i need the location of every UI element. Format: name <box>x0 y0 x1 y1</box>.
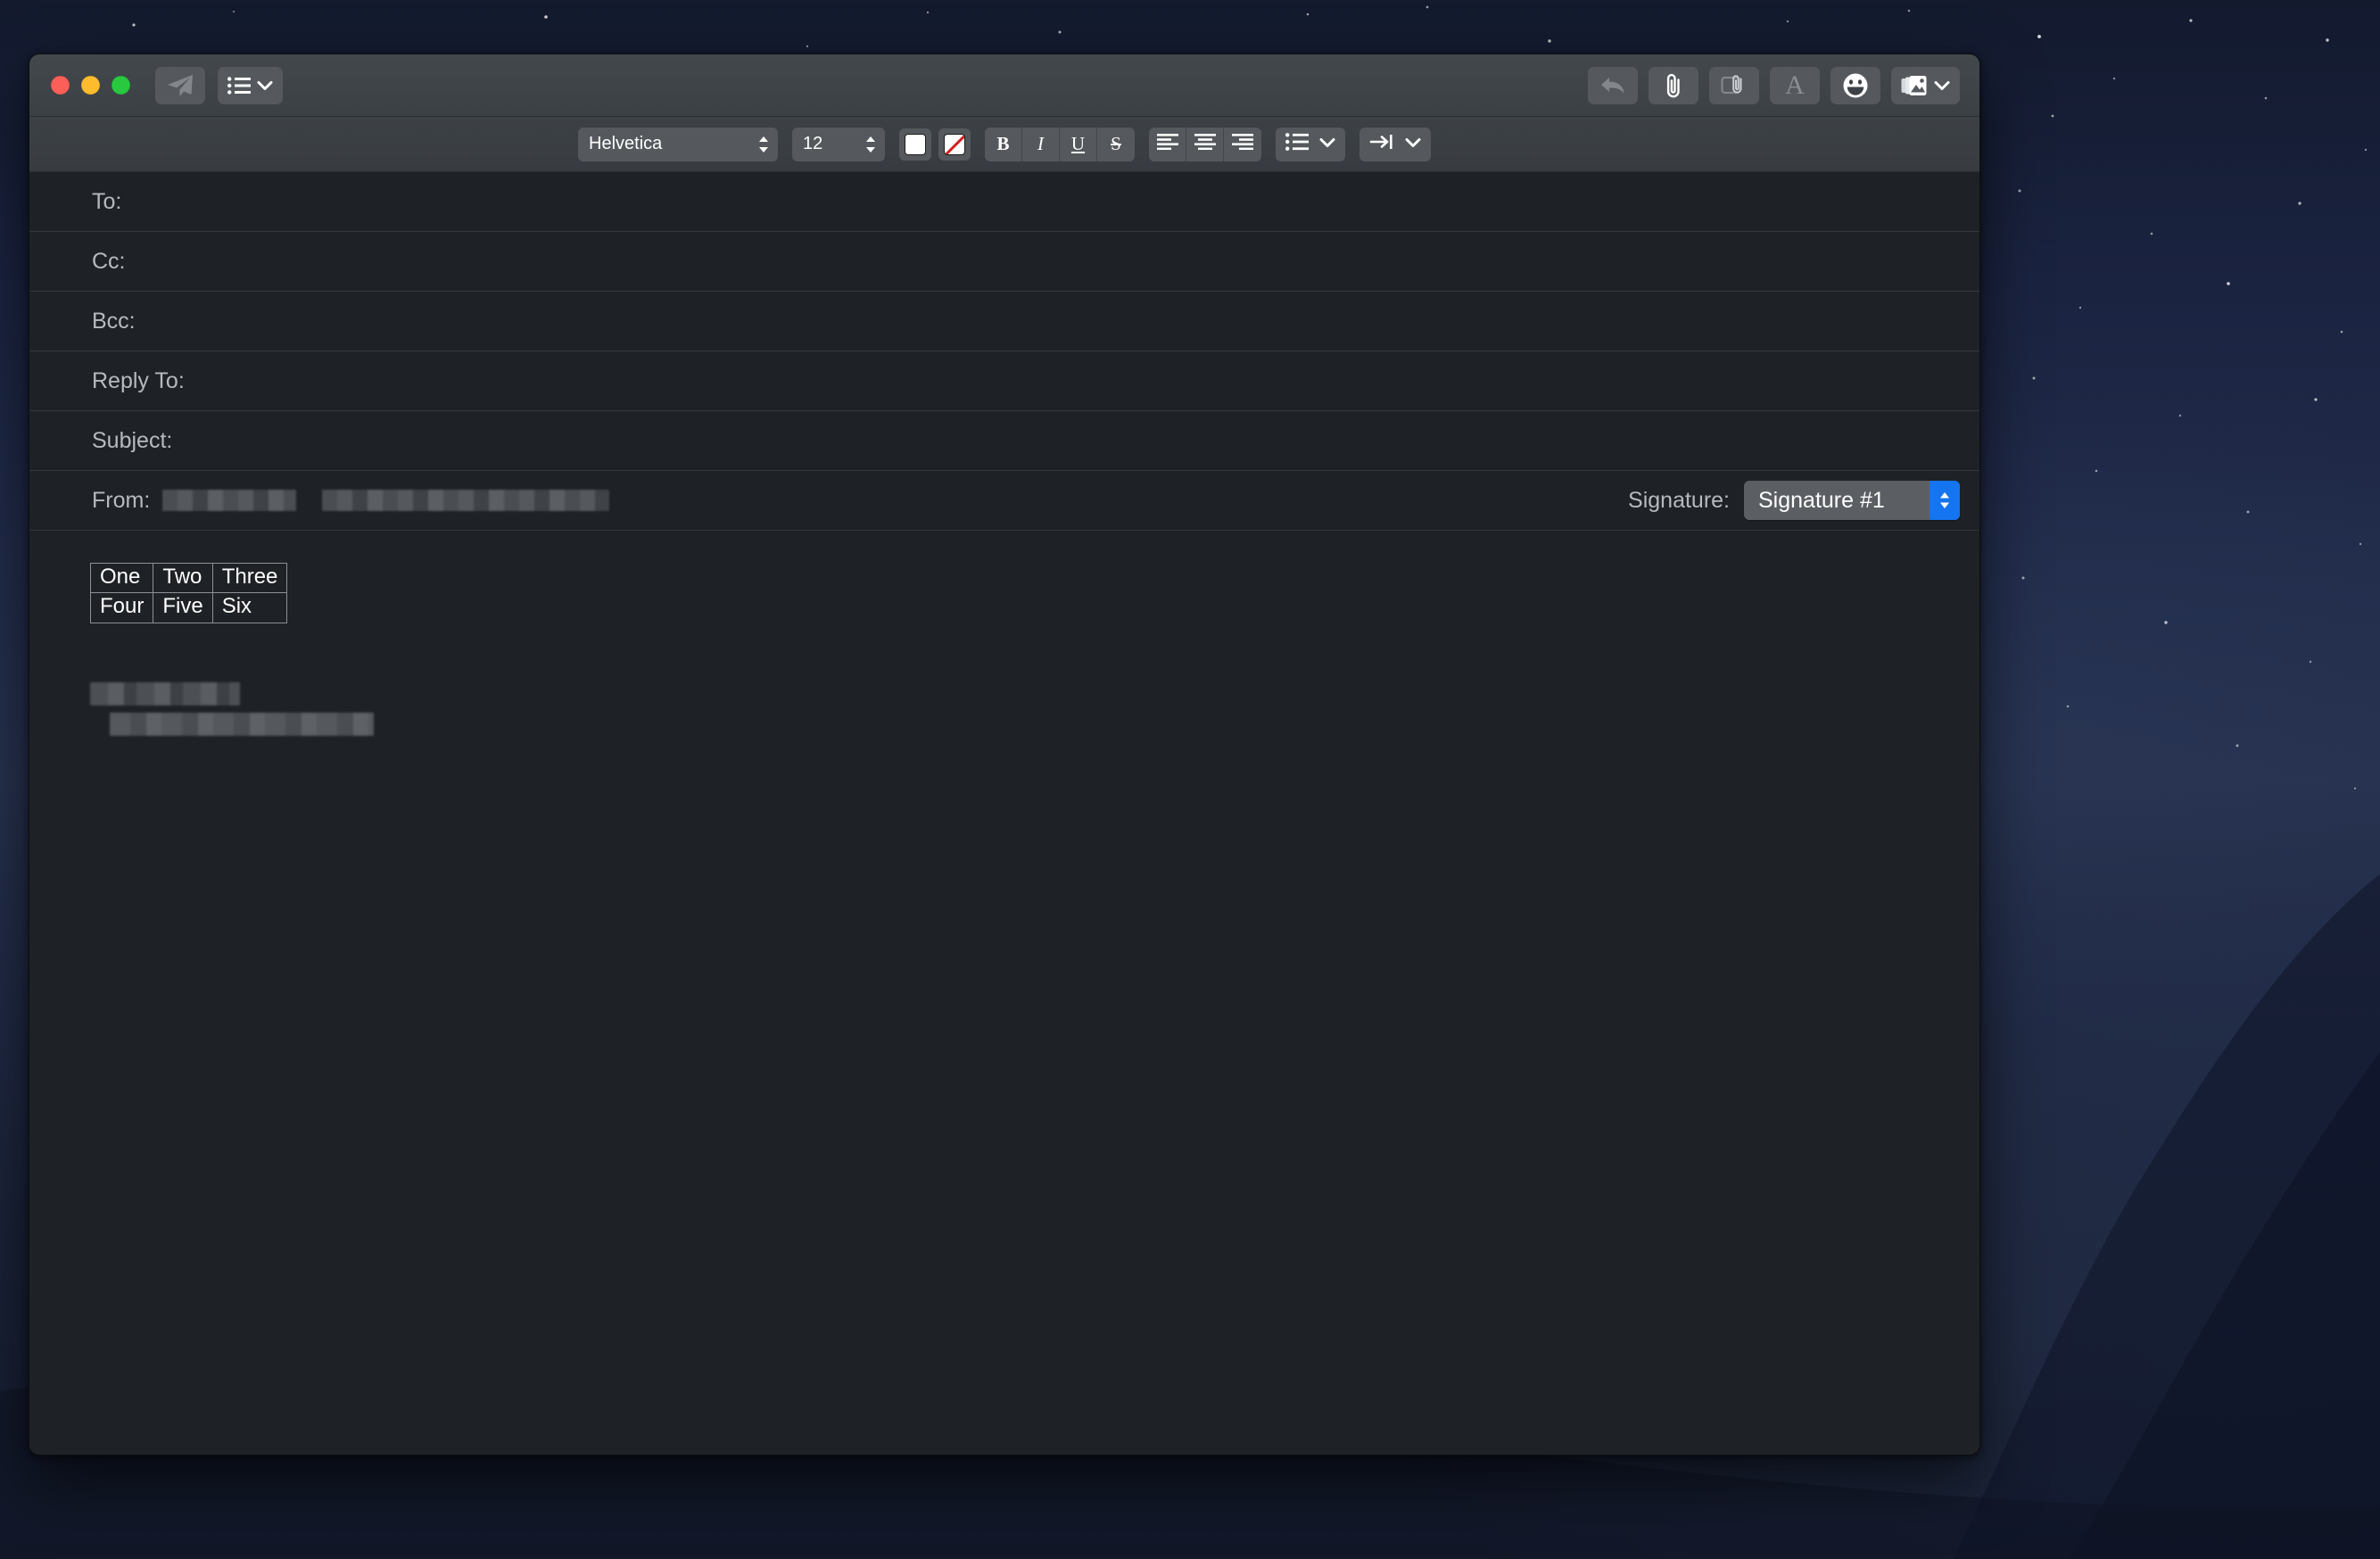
undo-button[interactable] <box>1588 66 1638 104</box>
text-color-swatch[interactable] <box>899 128 931 161</box>
color-swatches <box>899 128 971 161</box>
align-center-button[interactable] <box>1186 127 1224 161</box>
header-fields-button[interactable] <box>218 66 283 104</box>
markup-icon <box>1721 74 1748 97</box>
signature-select[interactable]: Signature #1 <box>1744 481 1960 520</box>
chevron-down-icon <box>1405 136 1421 153</box>
stepper-icon <box>864 134 878 155</box>
chevron-down-icon <box>257 80 273 91</box>
text-color-chip <box>905 133 926 155</box>
photo-browser-button[interactable] <box>1891 66 1960 104</box>
send-button[interactable] <box>155 66 205 104</box>
to-label: To: <box>92 188 122 214</box>
subject-label: Subject: <box>92 427 173 453</box>
no-color-chip <box>944 133 965 155</box>
signature-label: Signature: <box>1628 487 1730 513</box>
table-cell[interactable]: Six <box>211 592 288 623</box>
list-style-menu[interactable] <box>1276 127 1345 161</box>
table-row: One Two Three <box>89 562 288 594</box>
table-row: Four Five Six <box>89 592 288 623</box>
text-style-segmented-control: B I U S <box>985 127 1135 161</box>
align-right-button[interactable] <box>1224 128 1261 161</box>
redacted-signature-line-1 <box>90 681 240 705</box>
toolbar-right-group: A <box>1588 66 1960 104</box>
from-label: From: <box>92 487 151 513</box>
table-cell[interactable]: Two <box>153 562 213 594</box>
window-titlebar: A <box>29 54 1979 117</box>
subject-field-row[interactable]: Subject: <box>29 411 1979 471</box>
stepper-icon <box>756 134 771 155</box>
attach-button[interactable] <box>1649 66 1698 104</box>
paperclip-icon <box>1664 72 1683 99</box>
italic-button[interactable]: I <box>1022 127 1060 161</box>
redacted-from-address <box>322 490 610 511</box>
minimize-window-button[interactable] <box>81 76 100 95</box>
align-left-button[interactable] <box>1149 127 1186 161</box>
signature-control: Signature: Signature #1 <box>1628 481 1960 520</box>
toolbar-left-group <box>155 66 283 104</box>
close-window-button[interactable] <box>51 76 70 95</box>
font-size-select[interactable]: 12 <box>792 127 885 161</box>
chevron-down-icon <box>1319 136 1335 153</box>
letter-a-icon: A <box>1785 70 1805 100</box>
table-cell[interactable]: One <box>89 562 154 594</box>
table-cell[interactable]: Five <box>153 592 213 623</box>
to-field-row[interactable]: To: <box>29 172 1979 232</box>
font-family-select[interactable]: Helvetica <box>578 127 778 161</box>
undo-arrow-icon <box>1599 75 1626 96</box>
bcc-label: Bcc: <box>92 308 136 334</box>
indent-menu[interactable] <box>1359 127 1431 161</box>
redacted-signature-line-2 <box>110 712 374 736</box>
chevron-down-icon <box>1934 80 1950 91</box>
indent-icon <box>1369 133 1394 155</box>
align-right-icon <box>1232 133 1253 155</box>
table-cell[interactable]: Four <box>89 592 154 623</box>
compose-header-fields: To: Cc: Bcc: Reply To: Subject: From: Si… <box>29 172 1979 531</box>
alignment-segmented-control <box>1149 127 1261 161</box>
message-table: One Two Three Four Five Six <box>89 562 288 623</box>
paper-plane-icon <box>167 74 194 97</box>
underline-button[interactable]: U <box>1060 127 1097 161</box>
signature-text-block <box>90 681 1979 736</box>
bcc-field-row[interactable]: Bcc: <box>29 292 1979 351</box>
stepper-icon <box>1930 481 1960 520</box>
reply-to-label: Reply To: <box>92 367 185 393</box>
zoom-window-button[interactable] <box>112 76 130 95</box>
table-cell[interactable]: Three <box>211 562 288 594</box>
cc-field-row[interactable]: Cc: <box>29 232 1979 292</box>
font-family-value: Helvetica <box>589 134 663 153</box>
signature-selected-value: Signature #1 <box>1758 487 1885 513</box>
smiley-icon <box>1842 72 1869 99</box>
align-left-icon <box>1156 133 1178 155</box>
redacted-from-name <box>162 490 297 511</box>
format-toolbar: Helvetica 12 B I U S <box>29 117 1979 172</box>
font-size-value: 12 <box>803 134 823 153</box>
reply-to-field-row[interactable]: Reply To: <box>29 351 1979 411</box>
mail-compose-window: A Helvetica 12 B I U S To: Cc: Bcc: Repl… <box>29 54 1980 1456</box>
strikethrough-button[interactable]: S <box>1097 128 1135 161</box>
traffic-light-controls <box>51 76 130 95</box>
format-button[interactable]: A <box>1770 66 1820 104</box>
photos-icon <box>1901 75 1928 96</box>
desktop-background: A Helvetica 12 B I U S To: Cc: Bcc: Repl… <box>0 0 2380 1559</box>
markup-button[interactable] <box>1709 66 1759 104</box>
from-field-row[interactable]: From: Signature: Signature #1 <box>29 471 1979 531</box>
list-icon <box>227 76 251 95</box>
align-center-icon <box>1194 133 1216 155</box>
cc-label: Cc: <box>92 248 126 274</box>
background-color-swatch[interactable] <box>938 128 971 161</box>
bold-button[interactable]: B <box>985 127 1022 161</box>
emoji-button[interactable] <box>1830 66 1880 104</box>
bulleted-list-icon <box>1285 133 1309 155</box>
message-body[interactable]: One Two Three Four Five Six <box>29 531 1979 1455</box>
